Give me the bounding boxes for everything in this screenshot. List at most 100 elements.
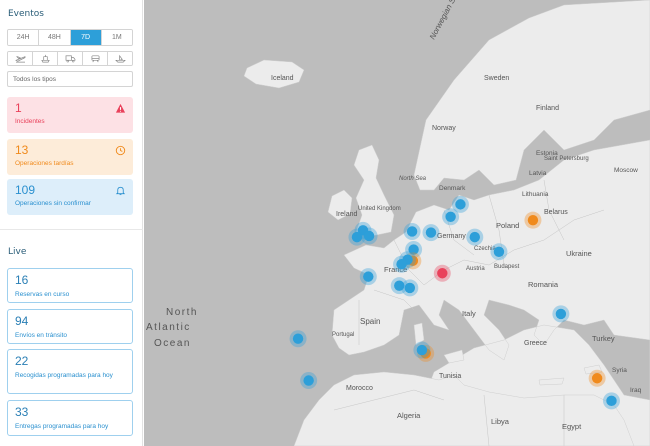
live-card-pickups[interactable]: 22 Recogidas programadas para hoy bbox=[7, 349, 133, 394]
map-label-united-kingdom: United Kingdom bbox=[358, 206, 401, 212]
live-section-title: Live bbox=[8, 247, 27, 257]
range-tab-7d[interactable]: 7D bbox=[70, 30, 102, 45]
sidebar: Eventos 24H 48H 7D 1M Todos los tipos 1 … bbox=[0, 0, 143, 446]
map-label-poland: Poland bbox=[496, 221, 519, 230]
live-bookings-label: Reservas en curso bbox=[15, 291, 70, 298]
marker-dot bbox=[425, 227, 437, 238]
map-label-morocco: Morocco bbox=[346, 385, 373, 392]
map-label-greece: Greece bbox=[524, 340, 547, 347]
events-section-title: Eventos bbox=[8, 9, 44, 19]
map-label-north-sea: North Sea bbox=[399, 176, 427, 182]
incidents-label: Incidentes bbox=[15, 118, 45, 125]
incidents-card[interactable]: 1 Incidentes bbox=[7, 97, 133, 133]
live-shipments-count: 94 bbox=[15, 314, 29, 328]
map-label-ukraine: Ukraine bbox=[566, 249, 592, 258]
map-label-portugal: Portugal bbox=[332, 332, 354, 338]
map-label-romania: Romania bbox=[528, 280, 559, 289]
map-label-syria: Syria bbox=[612, 367, 627, 374]
marker-dot bbox=[303, 375, 314, 386]
map-marker-unconfirmed[interactable] bbox=[422, 224, 440, 242]
marker-dot bbox=[363, 271, 374, 282]
map-label-denmark: Denmark bbox=[439, 185, 466, 192]
unconfirmed-operations-card[interactable]: 109 Operaciones sin confirmar bbox=[7, 179, 133, 215]
marker-dot bbox=[555, 308, 567, 320]
train-icon[interactable] bbox=[83, 52, 108, 65]
unconfirmed-operations-count: 109 bbox=[15, 183, 36, 197]
map-marker-unconfirmed[interactable] bbox=[289, 330, 307, 348]
map-marker-unconfirmed[interactable] bbox=[602, 392, 620, 410]
marker-dot bbox=[445, 211, 456, 222]
range-tab-48h[interactable]: 48H bbox=[39, 30, 71, 45]
map-label-north-atlantic-1: North bbox=[166, 307, 198, 318]
map-marker-unconfirmed[interactable] bbox=[393, 255, 411, 273]
late-operations-label: Operaciones tardías bbox=[15, 160, 74, 167]
events-map[interactable]: Norwegian Sea Iceland North Atlantic Oce… bbox=[144, 0, 650, 446]
live-bookings-count: 16 bbox=[15, 273, 29, 287]
map-marker-unconfirmed[interactable] bbox=[442, 208, 460, 226]
live-shipments-label: Envíos en tránsito bbox=[15, 332, 68, 339]
map-marker-unconfirmed[interactable] bbox=[552, 305, 570, 323]
marker-dot bbox=[351, 231, 363, 243]
live-card-bookings[interactable]: 16 Reservas en curso bbox=[7, 268, 133, 303]
map-label-norway: Norway bbox=[432, 125, 456, 132]
map-label-latvia: Latvia bbox=[529, 170, 547, 177]
map-marker-unconfirmed[interactable] bbox=[359, 268, 377, 286]
map-marker-late[interactable] bbox=[524, 211, 542, 229]
clock-icon bbox=[115, 145, 126, 156]
map-marker-unconfirmed[interactable] bbox=[490, 243, 508, 261]
late-operations-card[interactable]: 13 Operaciones tardías bbox=[7, 139, 133, 175]
marker-dot bbox=[292, 333, 304, 344]
map-label-north-atlantic-2: Atlantic bbox=[146, 322, 191, 333]
time-range-tabs: 24H 48H 7D 1M bbox=[7, 29, 133, 46]
incidents-count: 1 bbox=[15, 101, 22, 115]
live-card-deliveries[interactable]: 33 Entregas programadas para hoy bbox=[7, 400, 133, 436]
map-label-italy: Italy bbox=[462, 309, 476, 318]
map-label-austria: Austria bbox=[466, 266, 485, 272]
map-label-belarus: Belarus bbox=[544, 209, 568, 216]
marker-dot bbox=[591, 373, 603, 384]
map-label-spain: Spain bbox=[360, 317, 380, 326]
late-operations-count: 13 bbox=[15, 143, 29, 157]
map-label-finland: Finland bbox=[536, 105, 559, 112]
map-marker-unconfirmed[interactable] bbox=[413, 341, 431, 359]
bell-icon bbox=[115, 186, 126, 196]
airplane-icon[interactable] bbox=[8, 52, 33, 65]
map-marker-unconfirmed[interactable] bbox=[401, 279, 419, 297]
range-tab-1m[interactable]: 1M bbox=[101, 30, 132, 45]
marker-dot bbox=[527, 214, 539, 226]
ship-icon[interactable] bbox=[33, 52, 58, 65]
map-label-germany: Germany bbox=[437, 233, 466, 240]
live-deliveries-count: 33 bbox=[15, 405, 29, 419]
map-label-sweden: Sweden bbox=[484, 75, 509, 82]
truck-icon[interactable] bbox=[58, 52, 83, 65]
map-label-egypt: Egypt bbox=[562, 422, 582, 431]
sidebar-divider bbox=[0, 229, 143, 230]
live-pickups-count: 22 bbox=[15, 354, 29, 368]
map-label-iraq: Iraq bbox=[630, 387, 642, 394]
unconfirmed-operations-label: Operaciones sin confirmar bbox=[15, 200, 91, 207]
boat-icon[interactable] bbox=[108, 52, 132, 65]
map-label-lithuania: Lithuania bbox=[522, 191, 549, 198]
map-marker-unconfirmed[interactable] bbox=[403, 222, 421, 240]
map-label-turkey: Turkey bbox=[592, 334, 615, 343]
event-type-select[interactable]: Todos los tipos bbox=[7, 71, 133, 87]
live-deliveries-label: Entregas programadas para hoy bbox=[15, 423, 109, 430]
marker-dot bbox=[404, 282, 416, 294]
map-marker-unconfirmed[interactable] bbox=[466, 228, 484, 246]
map-marker-incident[interactable] bbox=[433, 264, 451, 282]
marker-dot bbox=[493, 246, 505, 257]
transport-type-tabs bbox=[7, 51, 133, 66]
marker-dot bbox=[606, 395, 617, 407]
marker-dot bbox=[406, 226, 418, 237]
range-tab-24h[interactable]: 24H bbox=[8, 30, 40, 45]
map-marker-late[interactable] bbox=[588, 369, 606, 387]
marker-dot bbox=[437, 268, 448, 279]
map-marker-unconfirmed[interactable] bbox=[360, 227, 378, 245]
map-marker-unconfirmed[interactable] bbox=[300, 372, 318, 390]
map-label-algeria: Algeria bbox=[397, 411, 421, 420]
map-label-tunisia: Tunisia bbox=[439, 373, 461, 380]
marker-dot bbox=[363, 230, 375, 242]
map-label-libya: Libya bbox=[491, 417, 510, 426]
map-label-north-atlantic-3: Ocean bbox=[154, 338, 191, 349]
live-card-shipments[interactable]: 94 Envíos en tránsito bbox=[7, 309, 133, 344]
